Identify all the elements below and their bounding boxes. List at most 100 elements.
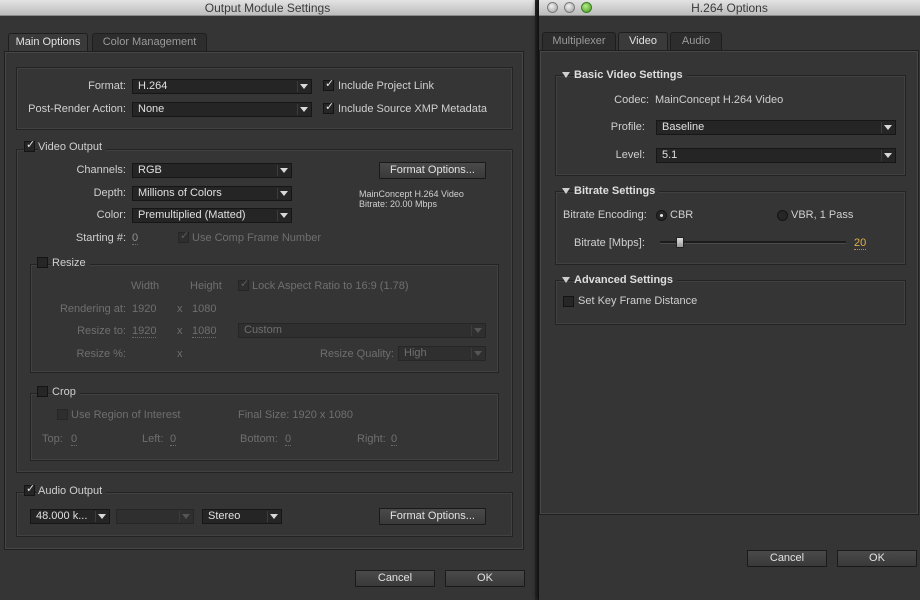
- tab-audio[interactable]: Audio: [670, 32, 722, 50]
- profile-label: Profile:: [610, 121, 645, 133]
- starting-number-value[interactable]: 0: [132, 232, 139, 245]
- channels-select[interactable]: RGB: [132, 163, 292, 178]
- close-icon[interactable]: [547, 2, 558, 13]
- audio-channels-value: Stereo: [208, 510, 241, 522]
- crop-section: [30, 393, 499, 461]
- ok-button[interactable]: OK: [445, 570, 525, 587]
- check-icon: ✓: [26, 483, 36, 495]
- tab-video[interactable]: Video: [618, 32, 668, 50]
- chevron-down-icon: [300, 84, 308, 89]
- use-comp-frame-checkbox[interactable]: ✓: [178, 230, 190, 243]
- disclosure-triangle-icon[interactable]: [562, 188, 570, 194]
- window-title: H.264 Options: [691, 1, 768, 15]
- profile-select[interactable]: Baseline: [656, 120, 896, 135]
- vbr-radio[interactable]: [777, 210, 788, 221]
- advanced-title: Advanced Settings: [574, 274, 678, 286]
- chevron-down-icon: [98, 514, 106, 519]
- resize-quality-label: Resize Quality:: [320, 348, 394, 360]
- tab-color-management[interactable]: Color Management: [92, 33, 207, 51]
- video-output-checkbox[interactable]: ✓: [24, 139, 36, 152]
- resize-checkbox[interactable]: [37, 257, 48, 268]
- h264-options-window: H.264 Options Multiplexer Video Audio Ba…: [538, 0, 920, 600]
- format-label: Format:: [88, 80, 126, 92]
- h264-cancel-button[interactable]: Cancel: [747, 550, 827, 567]
- include-project-link-checkbox[interactable]: ✓: [323, 78, 334, 91]
- resize-to-height[interactable]: 1080: [192, 325, 217, 338]
- chevron-down-icon: [280, 191, 288, 196]
- crop-bottom-label: Bottom:: [240, 433, 278, 445]
- chevron-down-icon: [300, 107, 308, 112]
- resize-quality-select[interactable]: High: [398, 346, 486, 361]
- h264-ok-button[interactable]: OK: [837, 550, 917, 567]
- crop-label: Crop: [52, 386, 80, 398]
- format-value: H.264: [138, 80, 168, 92]
- codec-label: Codec:: [614, 94, 649, 106]
- level-select[interactable]: 5.1: [656, 148, 896, 163]
- chevron-down-icon: [270, 514, 278, 519]
- level-label: Level:: [615, 149, 645, 161]
- format-section: [16, 67, 513, 130]
- chevron-down-icon: [280, 213, 288, 218]
- audio-rate-select[interactable]: 48.000 k...: [30, 509, 110, 524]
- window-title: Output Module Settings: [204, 1, 331, 15]
- codec-info-line-2: Bitrate: 20.00 Mbps: [359, 199, 438, 209]
- resize-preset-select[interactable]: Custom: [238, 323, 486, 338]
- post-render-select[interactable]: None: [132, 102, 312, 117]
- final-size-label: Final Size: 1920 x 1080: [238, 409, 353, 421]
- audio-channels-select[interactable]: Stereo: [202, 509, 282, 524]
- format-select[interactable]: H.264: [132, 79, 312, 94]
- chevron-down-icon: [884, 153, 892, 158]
- resize-to-width[interactable]: 1920: [132, 325, 157, 338]
- bitrate-mbps-label: Bitrate [Mbps]:: [574, 237, 645, 249]
- audio-format-options-button[interactable]: Format Options...: [379, 508, 486, 525]
- video-format-options-button[interactable]: Format Options...: [379, 162, 486, 179]
- crop-left-value[interactable]: 0: [170, 433, 177, 446]
- bitrate-slider-thumb[interactable]: [676, 237, 685, 248]
- output-module-titlebar: Output Module Settings: [0, 0, 535, 16]
- crop-bottom-value[interactable]: 0: [285, 433, 292, 446]
- lock-aspect-checkbox[interactable]: ✓: [238, 278, 249, 291]
- include-xmp-checkbox[interactable]: ✓: [323, 101, 335, 114]
- rendering-x: x: [177, 303, 183, 315]
- post-render-label: Post-Render Action:: [28, 103, 126, 115]
- resize-preset-value: Custom: [244, 324, 282, 336]
- tab-main-options[interactable]: Main Options: [8, 33, 88, 51]
- check-icon: ✓: [180, 230, 190, 242]
- output-module-window: Output Module Settings Main Options Colo…: [0, 0, 535, 600]
- check-icon: ✓: [325, 101, 335, 113]
- chevron-down-icon: [474, 328, 482, 333]
- resize-quality-value: High: [404, 347, 427, 359]
- include-project-link-label: Include Project Link: [338, 80, 434, 92]
- check-icon: ✓: [26, 139, 36, 151]
- depth-select[interactable]: Millions of Colors: [132, 186, 292, 201]
- cancel-button[interactable]: Cancel: [355, 570, 435, 587]
- use-roi-checkbox[interactable]: [57, 409, 68, 420]
- crop-top-label: Top:: [42, 433, 63, 445]
- crop-top-value[interactable]: 0: [71, 433, 78, 446]
- tab-label: Video: [629, 35, 657, 47]
- keyframe-distance-checkbox[interactable]: [563, 296, 574, 307]
- disclosure-triangle-icon[interactable]: [562, 72, 570, 78]
- post-render-value: None: [138, 103, 165, 115]
- bitrate-title: Bitrate Settings: [574, 185, 660, 197]
- color-select[interactable]: Premultiplied (Matted): [132, 208, 292, 223]
- bitrate-value[interactable]: 20: [854, 237, 867, 250]
- resize-pct-x: x: [177, 348, 183, 360]
- audio-output-checkbox[interactable]: ✓: [24, 483, 36, 496]
- minimize-icon[interactable]: [564, 2, 575, 13]
- rendering-height: 1080: [192, 303, 217, 315]
- cbr-radio[interactable]: [656, 210, 667, 221]
- audio-bitdepth-select[interactable]: [116, 509, 194, 524]
- use-comp-frame-label: Use Comp Frame Number: [192, 232, 321, 244]
- disclosure-triangle-icon[interactable]: [562, 277, 570, 283]
- zoom-icon[interactable]: [581, 2, 592, 13]
- tab-multiplexer[interactable]: Multiplexer: [542, 32, 616, 50]
- radio-dot: [660, 214, 663, 217]
- crop-right-value[interactable]: 0: [391, 433, 398, 446]
- crop-checkbox[interactable]: [37, 386, 48, 397]
- include-xmp-label: Include Source XMP Metadata: [338, 103, 487, 115]
- bitrate-slider-track[interactable]: [660, 241, 846, 244]
- resize-label: Resize: [52, 257, 90, 269]
- rendering-width: 1920: [132, 303, 157, 315]
- starting-number-label: Starting #:: [75, 232, 126, 244]
